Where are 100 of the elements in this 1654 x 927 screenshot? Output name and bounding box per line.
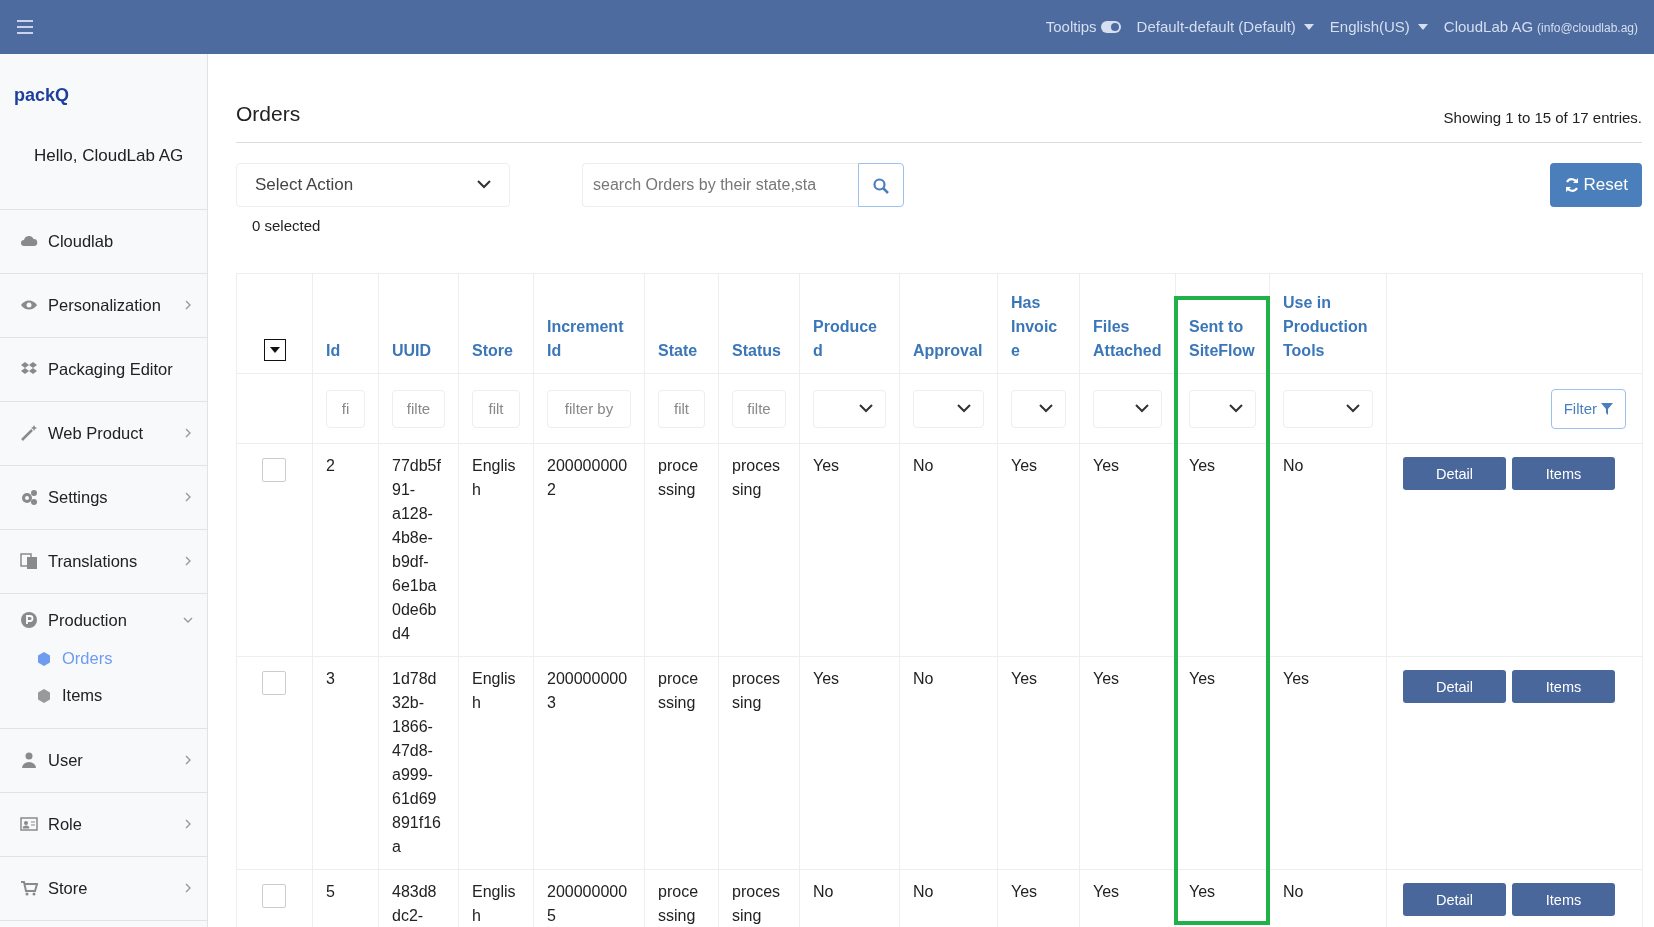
user-name[interactable]: CloudLab AG [1443, 15, 1534, 39]
search-icon [873, 177, 889, 194]
column-header[interactable]: Status [732, 339, 786, 364]
filter-select[interactable] [1093, 389, 1162, 428]
reset-button[interactable]: Reset [1549, 162, 1642, 207]
sidebar-item[interactable]: Web Product [20, 420, 193, 446]
page-title: Orders [236, 101, 301, 128]
caret-icon [1417, 24, 1428, 31]
sidebar-item[interactable]: Packaging Editor [20, 356, 193, 382]
entries-summary: Showing 1 to 15 of 17 entries. [1443, 108, 1642, 129]
table-cell: processing [658, 670, 699, 712]
column-input[interactable]: filt [472, 389, 520, 428]
hexagon-icon [36, 687, 52, 704]
sidebar-item[interactable]: Translations [20, 548, 193, 574]
column-header[interactable]: Store [472, 339, 520, 364]
theme-dropdown[interactable]: Default-default (Default) [1136, 15, 1314, 39]
column-header[interactable]: Id [326, 339, 365, 364]
user-icon [20, 751, 38, 770]
sidebar-item[interactable]: Role [20, 812, 193, 837]
search-button[interactable] [858, 162, 904, 207]
detail-button[interactable]: Detail [1403, 670, 1506, 704]
column-input[interactable]: filte [732, 389, 786, 428]
table-cell: Yes [1093, 457, 1120, 475]
chevron-down-icon [1135, 404, 1149, 414]
table-cell: processing [732, 883, 781, 925]
table-cell: No [1283, 457, 1304, 475]
table-cell: No [913, 883, 934, 901]
table-cell: Yes [1011, 670, 1038, 688]
table-cell: Yes [1189, 883, 1216, 901]
column-input[interactable]: filter by [547, 389, 631, 428]
table-cell: Yes [813, 457, 840, 475]
detail-button[interactable]: Detail [1403, 457, 1506, 491]
detail-button[interactable]: Detail [1403, 883, 1506, 917]
action-select[interactable]: Select Action [236, 162, 510, 207]
table-cell: No [913, 670, 934, 688]
row-checkbox[interactable] [262, 458, 286, 483]
submenu-item[interactable]: Items [20, 677, 193, 714]
column-header[interactable]: Approval [913, 339, 984, 364]
id-card-icon [20, 815, 38, 834]
search-field[interactable]: search Orders by their state,sta [582, 162, 858, 207]
column-input[interactable]: filt [658, 389, 705, 428]
table-cell: Yes [1283, 670, 1310, 688]
hexagon-icon [36, 650, 52, 667]
table-cell: English [472, 457, 516, 499]
chevron-down-icon [1039, 404, 1053, 414]
table-cell: Yes [813, 670, 840, 688]
table-cell: 2000000003 [547, 670, 628, 712]
filter-select[interactable] [1189, 389, 1256, 428]
menu-icon[interactable] [16, 18, 34, 37]
row-checkbox[interactable] [262, 671, 286, 696]
table-cell: 5 [326, 883, 335, 901]
table-cell: No [813, 883, 834, 901]
chevron-down-icon [957, 404, 971, 414]
p-circle-icon [20, 611, 38, 630]
table-cell: Yes [1011, 883, 1038, 901]
wand-icon [20, 424, 38, 443]
table-cell: English [472, 883, 516, 925]
cart-icon [20, 879, 38, 898]
sidebar-item[interactable]: Store [20, 876, 193, 901]
table-cell: 3 [326, 670, 335, 688]
table-cell: English [472, 670, 516, 712]
chevron-down-icon [477, 180, 491, 190]
sidebar-item[interactable]: Cloudlab [20, 228, 193, 254]
table-cell: 2000000002 [547, 457, 628, 499]
filter-select[interactable] [1283, 389, 1373, 428]
column-input[interactable]: filte [392, 389, 445, 428]
logo[interactable]: packQ [0, 54, 207, 122]
filter-select[interactable] [1011, 389, 1066, 428]
table-cell: processing [658, 457, 699, 499]
column-header[interactable]: UUID [392, 339, 445, 364]
filter-select[interactable] [913, 389, 984, 428]
items-button[interactable]: Items [1512, 883, 1615, 917]
filter-button[interactable]: Filter [1550, 388, 1626, 429]
table-cell: 1d78d32b-1866-47d8-a999-61d69891f16a [392, 670, 441, 856]
column-input[interactable]: fi [326, 389, 365, 428]
sidebar-item[interactable]: Personalization [20, 292, 193, 318]
column-header[interactable]: State [658, 339, 705, 364]
items-button[interactable]: Items [1512, 457, 1615, 491]
sidebar-item[interactable]: Settings [20, 484, 193, 510]
chevron-down-icon [859, 404, 873, 414]
language-dropdown[interactable]: English(US) [1329, 15, 1428, 39]
user-email: (info@cloudlab.ag) [1537, 19, 1638, 37]
sidebar-item[interactable]: User [20, 748, 193, 773]
selected-count: 0 selected [252, 215, 322, 236]
filter-icon [1601, 402, 1613, 415]
table-cell: processing [658, 883, 699, 925]
table-cell: 483d8dc2- [392, 883, 437, 925]
tooltips-toggle[interactable]: Tooltips [1045, 15, 1121, 39]
select-all-dropdown[interactable] [264, 339, 286, 362]
table-cell: Yes [1011, 457, 1038, 475]
items-button[interactable]: Items [1512, 670, 1615, 704]
table-cell: 2000000005 [547, 883, 628, 925]
caret-icon [270, 347, 280, 354]
filter-select[interactable] [813, 389, 886, 428]
row-checkbox[interactable] [262, 884, 286, 909]
table-cell: 77db5f91-a128-4b8e-b9df-6e1ba0de6bd4 [392, 457, 441, 643]
table-cell: 2 [326, 457, 335, 475]
table-cell: Yes [1189, 670, 1216, 688]
chevron-down-icon [1229, 404, 1243, 414]
sidebar-item[interactable]: Production [20, 607, 193, 633]
